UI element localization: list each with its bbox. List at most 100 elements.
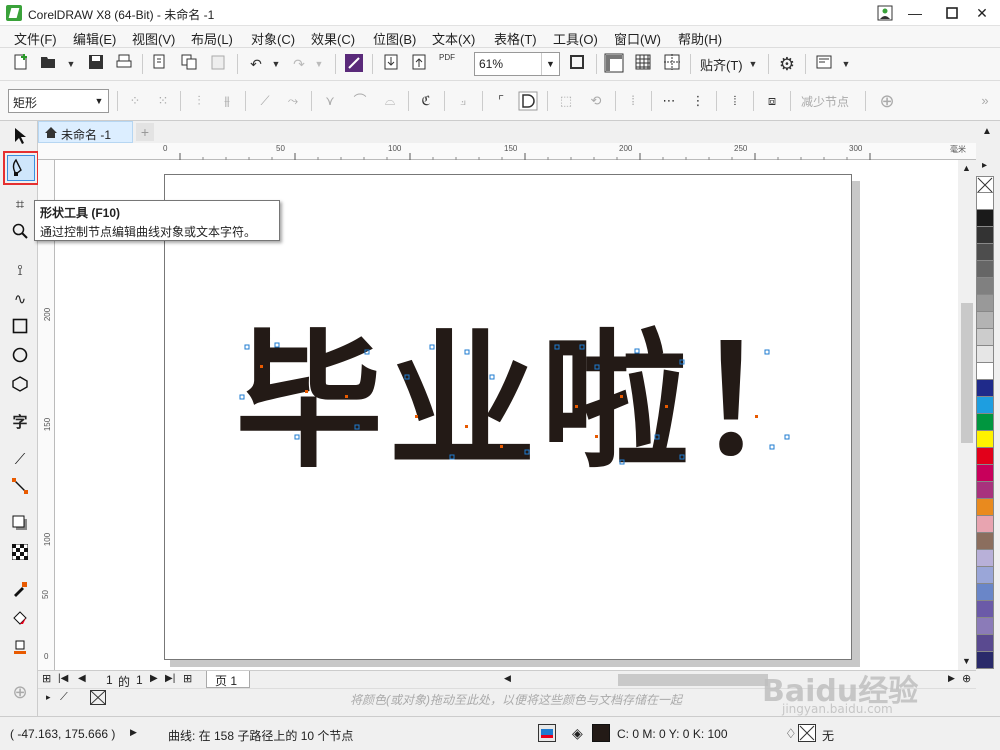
document-tab[interactable]: 未命名 -1 <box>38 121 133 143</box>
delete-node-icon[interactable]: ⁙ <box>153 91 173 111</box>
no-color-icon[interactable] <box>90 690 106 705</box>
color-swatch[interactable] <box>976 244 994 261</box>
page-options-icon[interactable]: ⊞ <box>42 672 51 685</box>
expand-toolbar-icon[interactable]: » <box>975 91 995 111</box>
scroll-down-icon[interactable]: ▼ <box>962 656 971 666</box>
palette-flyout-icon[interactable]: ▸ <box>982 160 987 171</box>
palette-scroll-up-icon[interactable]: ▲ <box>982 126 992 137</box>
redo-icon[interactable]: ↷ <box>288 53 310 75</box>
snap-to-dropdown[interactable]: 贴齐(T) <box>700 55 743 74</box>
menu-help[interactable]: 帮助(H) <box>678 29 722 48</box>
color-swatch[interactable] <box>976 533 994 550</box>
color-swatch[interactable] <box>976 618 994 635</box>
smart-fill-tool-icon[interactable] <box>9 639 31 661</box>
open-dropdown-icon[interactable]: ▼ <box>60 53 82 75</box>
color-swatch[interactable] <box>976 329 994 346</box>
symmetrical-node-icon[interactable]: ⌓ <box>380 91 400 111</box>
color-swatch[interactable] <box>976 295 994 312</box>
color-swatch[interactable] <box>976 312 994 329</box>
new-document-icon[interactable] <box>10 53 32 75</box>
selection-mode-select[interactable]: 矩形 ▼ <box>8 89 109 113</box>
import-file-icon[interactable] <box>380 53 402 75</box>
first-page-icon[interactable]: |◀ <box>58 673 68 684</box>
convert-to-curve-icon[interactable]: ⤳ <box>283 91 303 111</box>
menu-view[interactable]: 视图(V) <box>132 29 175 48</box>
redo-dropdown-icon[interactable]: ▼ <box>308 53 330 75</box>
vertical-scrollbar[interactable]: ▲ ▼ <box>958 160 976 670</box>
undo-dropdown-icon[interactable]: ▼ <box>265 53 287 75</box>
color-swatch[interactable] <box>976 193 994 210</box>
menu-tools[interactable]: 工具(O) <box>553 29 598 48</box>
fill-icon[interactable]: ◈ <box>572 725 583 742</box>
scroll-left-icon[interactable]: ◀ <box>504 673 511 684</box>
extend-curve-icon[interactable]: ⟓ <box>453 91 473 111</box>
color-swatch[interactable] <box>976 516 994 533</box>
smooth-node-icon[interactable]: ⌒ <box>350 91 370 111</box>
close-curve-icon[interactable] <box>518 91 538 111</box>
rectangle-tool-icon[interactable] <box>9 318 31 340</box>
minimize-button[interactable]: — <box>895 0 935 26</box>
color-swatch[interactable] <box>976 635 994 652</box>
ellipse-tool-icon[interactable] <box>9 347 31 369</box>
save-icon[interactable] <box>85 53 107 75</box>
polygon-tool-icon[interactable] <box>9 376 31 398</box>
color-swatch[interactable] <box>976 465 994 482</box>
color-swatch[interactable] <box>976 261 994 278</box>
color-swatch[interactable] <box>976 210 994 227</box>
artistic-media-tool-icon[interactable]: ∿ <box>9 289 31 311</box>
snap-dropdown-icon[interactable]: ▼ <box>742 53 764 75</box>
color-swatch[interactable] <box>976 380 994 397</box>
reverse-direction-icon[interactable]: ℭ <box>416 91 436 111</box>
scroll-up-icon[interactable]: ▲ <box>962 163 971 173</box>
join-nodes-icon[interactable]: ⫶ <box>189 91 209 111</box>
shape-tool-icon[interactable] <box>7 155 35 181</box>
fill-color-swatch[interactable] <box>592 724 610 742</box>
menu-text[interactable]: 文本(X) <box>432 29 475 48</box>
horizontal-scroll-thumb[interactable] <box>618 674 768 686</box>
outline-color-swatch[interactable] <box>798 724 816 742</box>
launcher-dropdown-icon[interactable]: ▼ <box>835 53 857 75</box>
add-tool-icon[interactable]: ⊕ <box>9 681 31 703</box>
add-preset-icon[interactable]: ⊕ <box>877 91 897 111</box>
reduce-nodes-button[interactable]: 减少节点 <box>801 93 849 110</box>
export-file-icon[interactable] <box>408 53 430 75</box>
scroll-thumb[interactable] <box>961 303 973 443</box>
import-icon[interactable] <box>149 53 171 75</box>
color-swatch[interactable] <box>976 448 994 465</box>
corel-connect-icon[interactable] <box>343 53 365 75</box>
close-button[interactable]: ✕ <box>962 0 1000 26</box>
menu-table[interactable]: 表格(T) <box>494 29 537 48</box>
color-swatch[interactable] <box>976 601 994 618</box>
stretch-nodes-icon[interactable]: ⬚ <box>556 91 576 111</box>
show-guidelines-icon[interactable] <box>661 53 683 75</box>
undo-icon[interactable]: ↶ <box>245 53 267 75</box>
color-swatch[interactable] <box>976 567 994 584</box>
color-swatch[interactable] <box>976 227 994 244</box>
menu-window[interactable]: 窗口(W) <box>614 29 661 48</box>
crop-tool-icon[interactable]: ⌗ <box>9 194 31 216</box>
break-curve-icon[interactable]: ⫵ <box>217 91 237 111</box>
freehand-tool-icon[interactable]: ⟟ <box>9 260 31 282</box>
color-eyedropper-tool-icon[interactable] <box>9 581 31 603</box>
eyedropper-icon[interactable]: ⟋ <box>60 691 68 704</box>
next-page-icon[interactable]: ▶ <box>150 673 158 684</box>
application-launcher-icon[interactable] <box>813 53 835 75</box>
color-swatch[interactable] <box>976 278 994 295</box>
show-rulers-icon[interactable] <box>603 53 625 75</box>
zoom-navigator-icon[interactable]: ⊕ <box>962 672 971 685</box>
publish-pdf-icon[interactable]: PDF <box>436 53 458 75</box>
text-tool-icon[interactable]: 字 <box>9 412 31 434</box>
interactive-fill-tool-icon[interactable] <box>9 610 31 632</box>
parallel-dimension-tool-icon[interactable]: ⟋ <box>9 449 31 471</box>
horizontal-ruler[interactable]: 0 50 100 150 200 250 300 毫米 <box>38 143 976 160</box>
select-all-nodes-icon[interactable]: ⧈ <box>762 91 782 111</box>
add-page-icon[interactable]: ⊞ <box>183 672 192 685</box>
menu-bitmaps[interactable]: 位图(B) <box>373 29 416 48</box>
color-swatch[interactable] <box>976 584 994 601</box>
page-tab[interactable]: 页 1 <box>206 671 250 688</box>
color-swatch[interactable] <box>976 414 994 431</box>
outline-pen-icon[interactable]: ♢ <box>785 726 797 742</box>
color-swatch[interactable] <box>976 499 994 516</box>
cusp-node-icon[interactable]: ⋎ <box>320 91 340 111</box>
rotate-nodes-icon[interactable]: ⟲ <box>586 91 606 111</box>
